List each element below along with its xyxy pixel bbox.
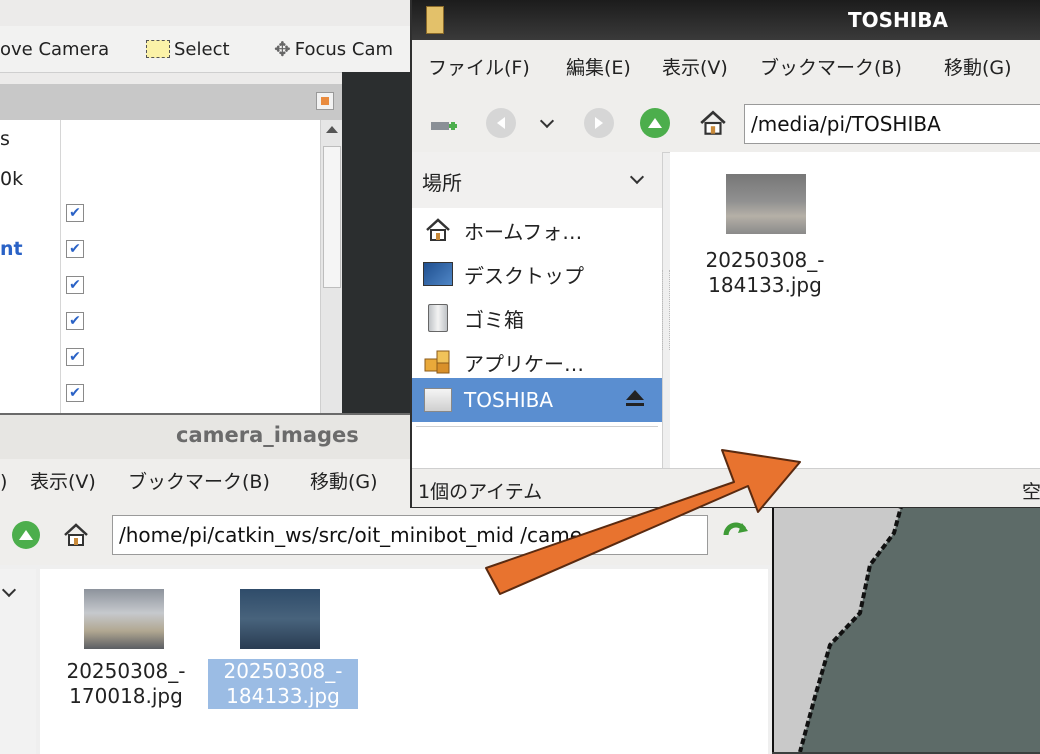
annotation-arrow xyxy=(485,449,801,595)
